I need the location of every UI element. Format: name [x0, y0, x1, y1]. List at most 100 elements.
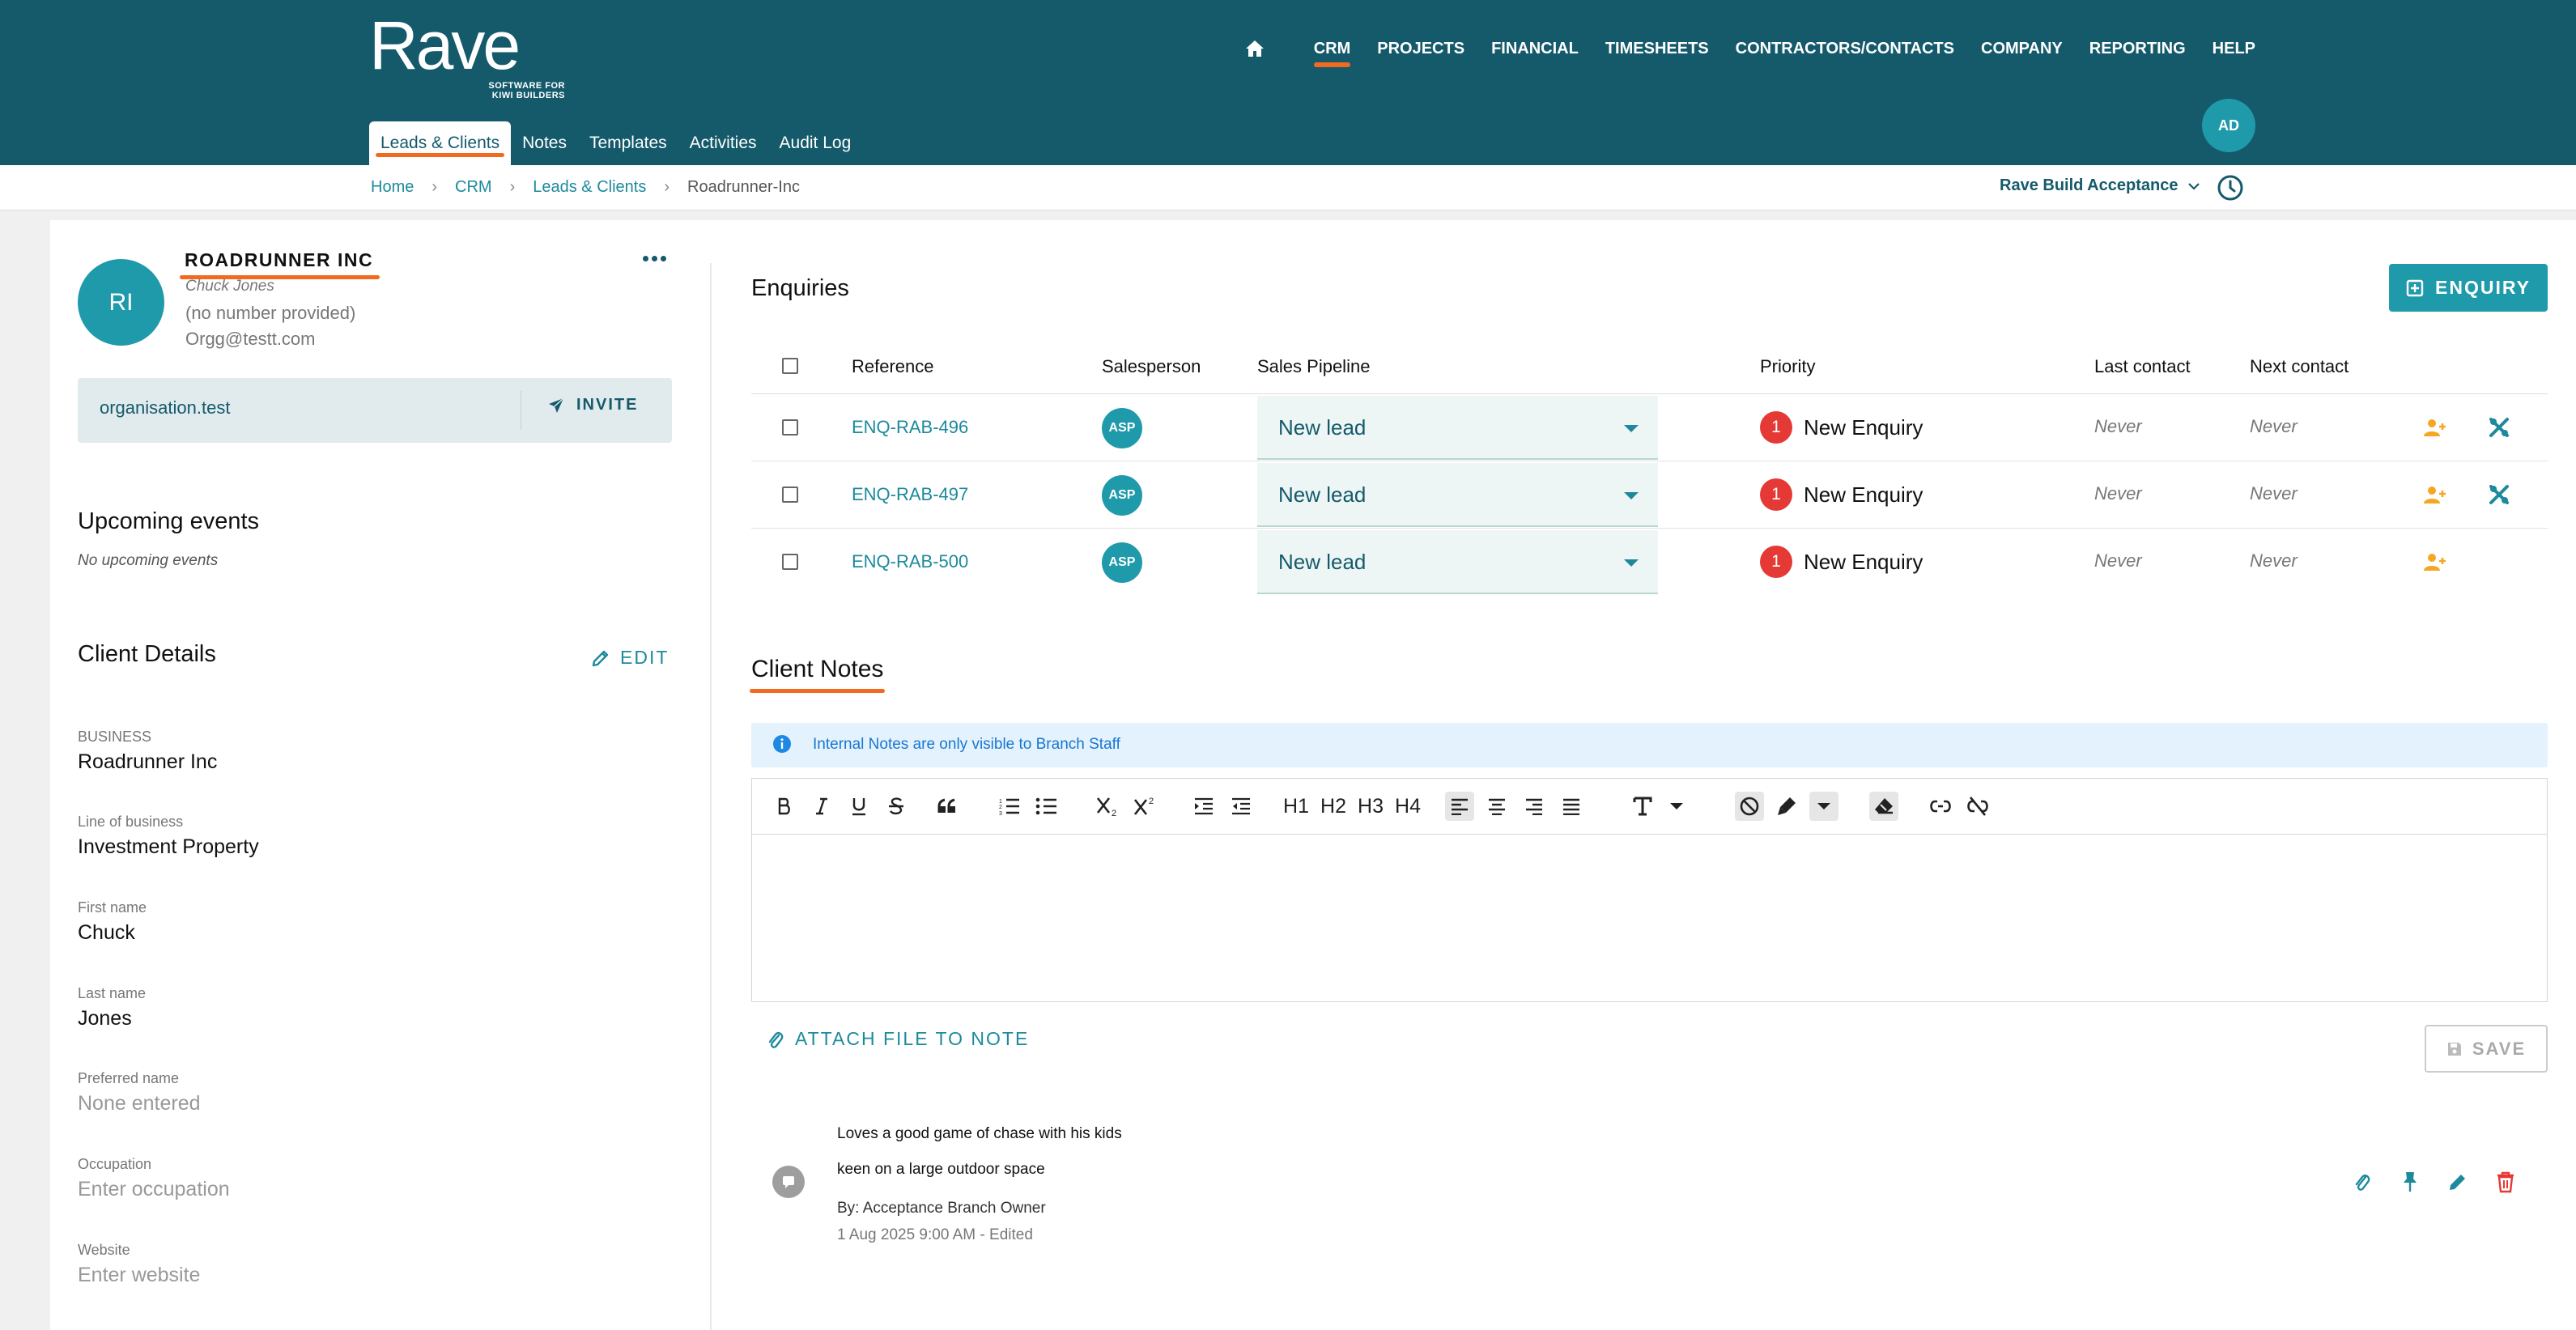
field-website: Website Enter website: [78, 1242, 200, 1287]
client-email[interactable]: Orgg@testt.com: [185, 329, 316, 350]
align-justify-icon[interactable]: [1557, 792, 1586, 821]
attach-file-button[interactable]: ATTACH FILE TO NOTE: [767, 1028, 1029, 1050]
color-dropdown-icon[interactable]: [1809, 792, 1838, 821]
strikethrough-icon[interactable]: [882, 792, 911, 821]
indent-icon[interactable]: [1189, 792, 1218, 821]
nav-company[interactable]: COMPANY: [1981, 36, 2063, 61]
user-avatar[interactable]: AD: [2202, 99, 2255, 152]
enquiry-reference-link[interactable]: ENQ-RAB-497: [852, 484, 968, 505]
text-style-icon[interactable]: [1628, 792, 1657, 821]
breadcrumb-leads-clients[interactable]: Leads & Clients: [533, 178, 646, 197]
edit-details-button[interactable]: EDIT: [591, 647, 669, 669]
priority-cell: 1 New Enquiry: [1760, 546, 1923, 578]
tab-notes[interactable]: Notes: [511, 121, 578, 165]
bold-icon[interactable]: [770, 792, 799, 821]
field-label: Occupation: [78, 1156, 152, 1172]
client-name: ROADRUNNER INC: [179, 249, 380, 279]
clear-format-icon[interactable]: [1869, 792, 1898, 821]
align-right-icon[interactable]: [1520, 792, 1549, 821]
col-last-contact[interactable]: Last contact: [2094, 356, 2191, 377]
enquiry-reference-link[interactable]: ENQ-RAB-496: [852, 417, 968, 438]
heading-1-button[interactable]: H1: [1282, 792, 1311, 821]
nav-financial[interactable]: FINANCIAL: [1491, 36, 1579, 61]
table-row: ENQ-RAB-496 ASP New lead 1 New Enquiry N…: [751, 394, 2548, 461]
col-priority[interactable]: Priority: [1760, 356, 1815, 377]
pipeline-select[interactable]: New lead: [1257, 463, 1658, 527]
history-clock-icon[interactable]: [2216, 173, 2245, 202]
home-icon[interactable]: [1240, 34, 1269, 63]
align-left-icon[interactable]: [1445, 792, 1474, 821]
link-icon[interactable]: [1926, 792, 1955, 821]
tenant-selector[interactable]: Rave Build Acceptance: [2000, 176, 2200, 195]
note-attach-icon[interactable]: [2349, 1169, 2375, 1195]
priority-label: New Enquiry: [1804, 482, 1923, 507]
heading-3-button[interactable]: H3: [1356, 792, 1385, 821]
add-person-icon[interactable]: [2423, 484, 2447, 507]
subscript-icon[interactable]: 2: [1094, 792, 1123, 821]
heading-4-button[interactable]: H4: [1393, 792, 1422, 821]
add-person-icon[interactable]: [2423, 417, 2447, 440]
highlighter-icon[interactable]: [1772, 792, 1801, 821]
invite-button[interactable]: INVITE: [547, 396, 638, 414]
priority-badge: 1: [1760, 411, 1792, 444]
note-delete-icon[interactable]: [2493, 1169, 2519, 1195]
row-checkbox[interactable]: [782, 554, 798, 570]
tab-audit-log[interactable]: Audit Log: [768, 121, 863, 165]
sub-tabs: Leads & Clients Notes Templates Activiti…: [369, 121, 862, 165]
nav-help[interactable]: HELP: [2213, 36, 2255, 61]
heading-2-button[interactable]: H2: [1319, 792, 1348, 821]
tools-icon[interactable]: [2488, 483, 2510, 506]
table-row: ENQ-RAB-497 ASP New lead 1 New Enquiry N…: [751, 461, 2548, 529]
no-color-icon[interactable]: [1735, 792, 1764, 821]
nav-crm[interactable]: CRM: [1313, 36, 1350, 67]
select-all-checkbox[interactable]: [782, 358, 798, 374]
tab-activities[interactable]: Activities: [678, 121, 768, 165]
enquiries-title: Enquiries: [751, 275, 849, 301]
note-edit-icon[interactable]: [2445, 1169, 2471, 1195]
superscript-icon[interactable]: 2: [1131, 792, 1160, 821]
nav-timesheets[interactable]: TIMESHEETS: [1605, 36, 1709, 61]
pipeline-select[interactable]: New lead: [1257, 396, 1658, 460]
blockquote-icon[interactable]: [933, 792, 963, 821]
pipeline-select[interactable]: New lead: [1257, 530, 1658, 594]
add-enquiry-button[interactable]: ENQUIRY: [2389, 264, 2548, 312]
outdent-icon[interactable]: [1226, 792, 1256, 821]
add-person-icon[interactable]: [2423, 551, 2447, 574]
breadcrumb-home[interactable]: Home: [371, 178, 414, 197]
logo-tagline-2: KIWI BUILDERS: [491, 91, 565, 100]
underline-icon[interactable]: [844, 792, 874, 821]
align-center-icon[interactable]: [1482, 792, 1511, 821]
enquiry-reference-link[interactable]: ENQ-RAB-500: [852, 551, 968, 572]
ordered-list-icon[interactable]: 123: [995, 792, 1024, 821]
row-checkbox[interactable]: [782, 487, 798, 503]
nav-reporting[interactable]: REPORTING: [2089, 36, 2186, 61]
col-salesperson[interactable]: Salesperson: [1102, 356, 1201, 377]
note-pin-icon[interactable]: [2397, 1169, 2423, 1195]
col-sales-pipeline[interactable]: Sales Pipeline: [1257, 356, 1370, 377]
tools-icon[interactable]: [2488, 416, 2510, 439]
svg-text:2: 2: [999, 805, 1002, 810]
italic-icon[interactable]: [807, 792, 836, 821]
col-reference[interactable]: Reference: [852, 356, 934, 377]
bullet-list-icon[interactable]: [1032, 792, 1061, 821]
field-value: Roadrunner Inc: [78, 750, 218, 773]
nav-projects[interactable]: PROJECTS: [1377, 36, 1464, 61]
salesperson-avatar: ASP: [1102, 475, 1142, 516]
text-style-dropdown-icon[interactable]: [1662, 792, 1691, 821]
last-contact: Never: [2094, 483, 2142, 504]
logo-wordmark: Rave: [369, 7, 521, 83]
nav-contractors-contacts[interactable]: CONTRACTORS/CONTACTS: [1736, 36, 1954, 61]
unlink-icon[interactable]: [1963, 792, 1992, 821]
svg-text:2: 2: [1112, 809, 1116, 817]
col-next-contact[interactable]: Next contact: [2250, 356, 2349, 377]
row-checkbox[interactable]: [782, 419, 798, 436]
rave-logo[interactable]: Rave SOFTWARE FOR KIWI BUILDERS: [369, 7, 565, 100]
breadcrumb-crm[interactable]: CRM: [455, 178, 492, 197]
notes-info-text: Internal Notes are only visible to Branc…: [813, 736, 1120, 753]
priority-cell: 1 New Enquiry: [1760, 478, 1923, 511]
save-note-button[interactable]: SAVE: [2425, 1025, 2548, 1073]
tab-leads-clients[interactable]: Leads & Clients: [369, 121, 512, 165]
more-options-icon[interactable]: [640, 248, 669, 269]
note-editor: 123 2 2 H1 H2 H3 H4: [751, 778, 2548, 1002]
tab-templates[interactable]: Templates: [578, 121, 678, 165]
